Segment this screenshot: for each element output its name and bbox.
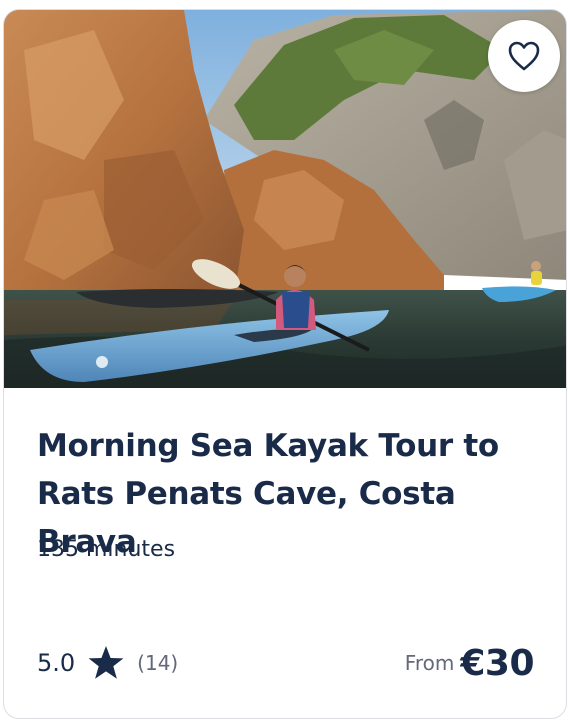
- rating-value: 5.0: [37, 649, 76, 677]
- activity-photo[interactable]: [4, 10, 566, 388]
- price-block: From €30: [404, 638, 535, 688]
- price-value: €30: [460, 642, 534, 684]
- price-prefix: From: [404, 651, 455, 675]
- star-icon: [87, 645, 125, 681]
- activity-duration: 135 minutes: [37, 537, 176, 562]
- kayak-photo-image: [4, 10, 566, 388]
- heart-outline-icon: [508, 41, 540, 71]
- review-count: (14): [137, 651, 179, 675]
- favorite-button[interactable]: [488, 20, 560, 92]
- activity-card[interactable]: Morning Sea Kayak Tour to Rats Penats Ca…: [3, 9, 567, 719]
- rating-summary: 5.0 (14): [37, 643, 178, 683]
